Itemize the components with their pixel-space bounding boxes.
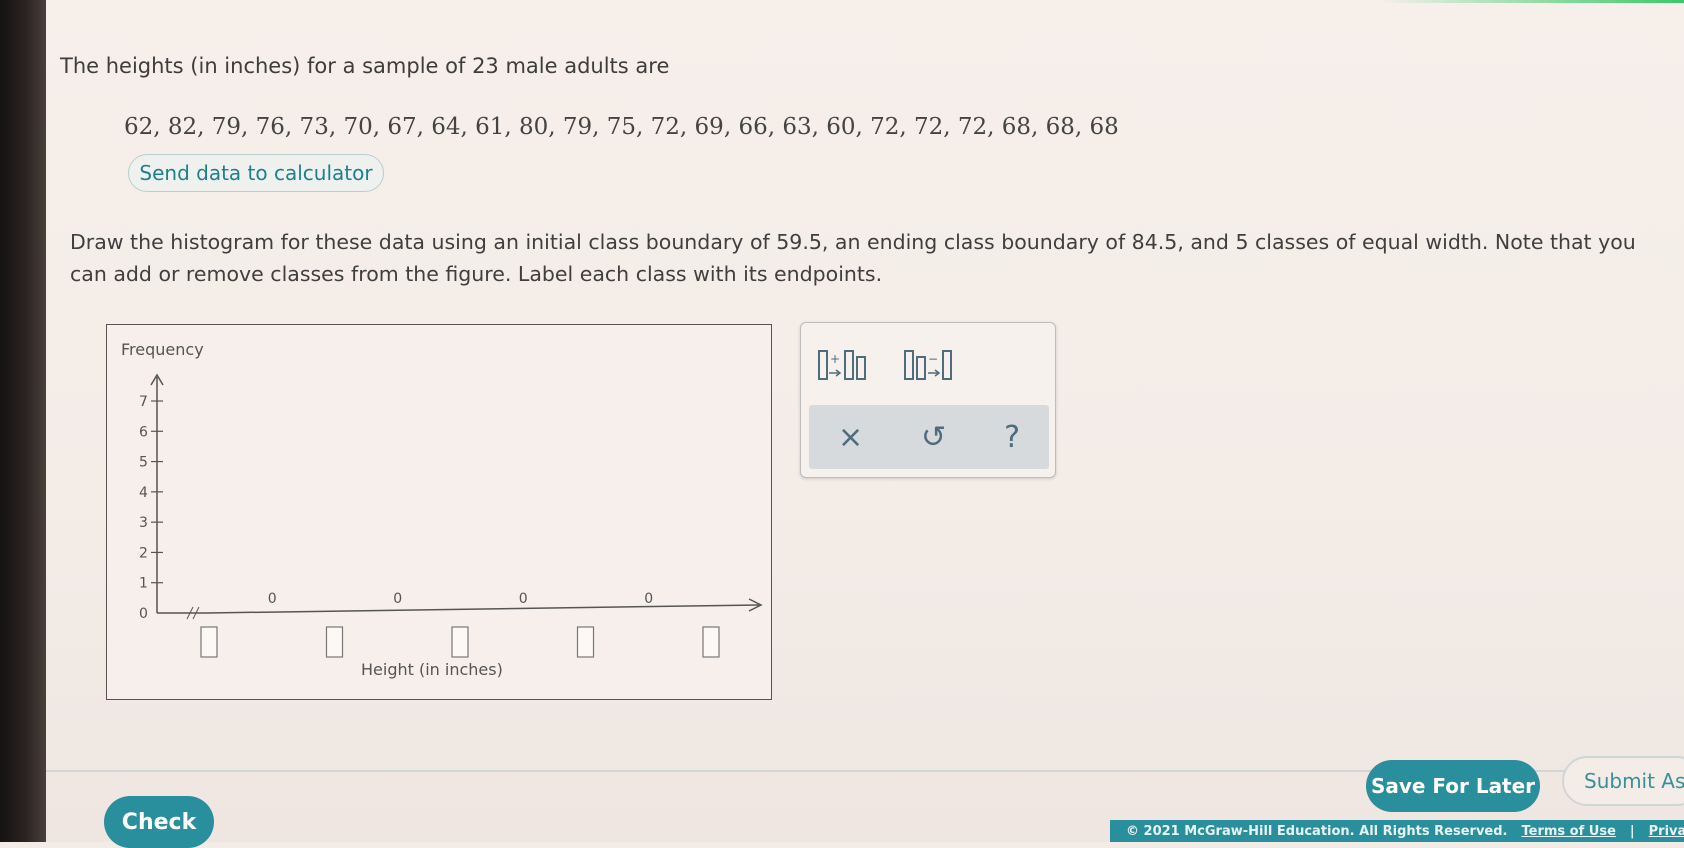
check-button[interactable]: Check bbox=[104, 796, 214, 848]
help-icon[interactable]: ? bbox=[1004, 420, 1020, 455]
y-axis-label: Frequency bbox=[121, 340, 204, 359]
graph-tools-panel: + − × ↺ ? bbox=[800, 322, 1056, 478]
y-tick-label: 6 bbox=[139, 424, 148, 440]
add-class-icon[interactable]: + bbox=[815, 345, 875, 385]
bar-count-label: 0 bbox=[644, 591, 653, 607]
class-endpoint-input[interactable] bbox=[451, 626, 469, 658]
bar-count-label: 0 bbox=[519, 591, 528, 607]
y-tick-label: 5 bbox=[139, 455, 148, 471]
tool-actions-bar: × ↺ ? bbox=[809, 405, 1049, 469]
svg-text:−: − bbox=[928, 352, 938, 366]
terms-link[interactable]: Terms of Use bbox=[1521, 824, 1615, 839]
class-endpoint-input[interactable] bbox=[576, 626, 595, 658]
class-endpoint-input[interactable] bbox=[200, 626, 218, 658]
remove-class-icon[interactable]: − bbox=[901, 345, 961, 385]
x-axis bbox=[206, 604, 760, 614]
footer-separator: | bbox=[1629, 823, 1635, 839]
x-axis-label: Height (in inches) bbox=[361, 660, 503, 679]
y-tick-label: 2 bbox=[139, 545, 148, 561]
copyright-text: © 2021 McGraw-Hill Education. All Rights… bbox=[1126, 823, 1508, 839]
screen-bezel bbox=[0, 0, 46, 842]
bar-count-label: 0 bbox=[393, 591, 402, 607]
y-tick-label: 3 bbox=[139, 515, 148, 531]
clear-icon[interactable]: × bbox=[838, 420, 863, 455]
class-endpoint-input[interactable] bbox=[702, 626, 720, 658]
progress-accent bbox=[1380, 0, 1684, 3]
data-values: 62, 82, 79, 76, 73, 70, 67, 64, 61, 80, … bbox=[124, 114, 1119, 140]
histogram-svg[interactable]: Frequency 0 1 2 3 4 5 6 7 0 0 0 0 Height (in inche… bbox=[107, 325, 773, 701]
instructions-text: Draw the histogram for these data using … bbox=[70, 230, 1636, 286]
problem-intro: The heights (in inches) for a sample of … bbox=[60, 54, 670, 78]
y-tick-label: 1 bbox=[139, 576, 148, 592]
svg-text:+: + bbox=[830, 352, 840, 366]
y-tick-label: 0 bbox=[139, 606, 148, 622]
save-for-later-button[interactable]: Save For Later bbox=[1366, 760, 1540, 812]
y-tick-label: 4 bbox=[139, 485, 148, 501]
bar-count-label: 0 bbox=[268, 591, 277, 607]
class-endpoint-input[interactable] bbox=[325, 626, 344, 658]
footer-bar: © 2021 McGraw-Hill Education. All Rights… bbox=[1110, 820, 1684, 842]
undo-icon[interactable]: ↺ bbox=[921, 420, 946, 455]
send-data-button[interactable]: Send data to calculator bbox=[128, 154, 384, 192]
submit-assignment-button[interactable]: Submit Ass bbox=[1562, 756, 1684, 806]
privacy-link[interactable]: Privacy bbox=[1649, 824, 1684, 839]
y-tick-label: 7 bbox=[139, 394, 148, 410]
histogram-graph[interactable]: Frequency 0 1 2 3 4 5 6 7 0 0 0 0 Height (in inche… bbox=[106, 324, 772, 700]
